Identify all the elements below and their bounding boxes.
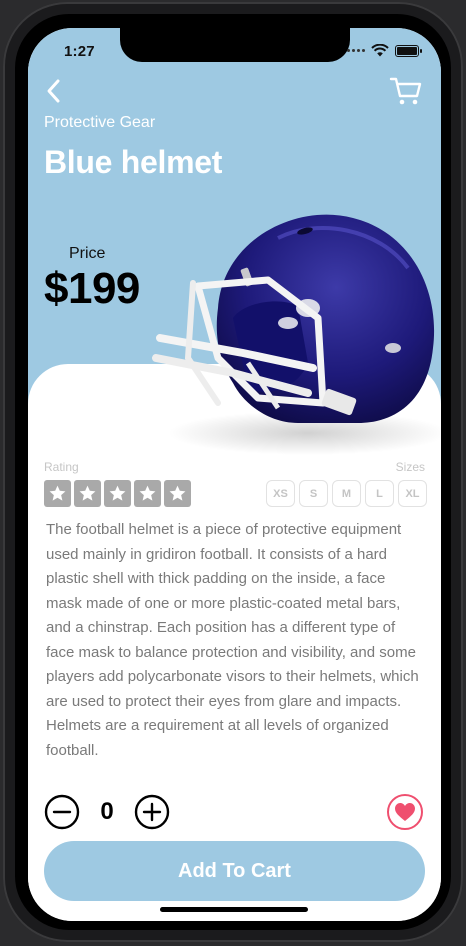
status-time: 1:27 bbox=[64, 43, 95, 60]
favorite-button[interactable] bbox=[387, 794, 423, 830]
star-icon bbox=[139, 485, 156, 501]
back-button[interactable] bbox=[42, 78, 68, 104]
heart-icon bbox=[395, 803, 415, 821]
price-label: Price bbox=[69, 245, 106, 262]
rating-star[interactable] bbox=[74, 480, 101, 507]
quantity-value: 0 bbox=[100, 798, 114, 825]
size-option[interactable]: XS bbox=[266, 480, 295, 507]
star-icon bbox=[109, 485, 126, 501]
rating-label: Rating bbox=[44, 460, 79, 474]
size-selector: XS S M L XL bbox=[266, 480, 427, 507]
rating-star[interactable] bbox=[44, 480, 71, 507]
cart-button[interactable] bbox=[389, 74, 423, 108]
product-category: Protective Gear bbox=[44, 114, 156, 131]
rating-stars[interactable] bbox=[44, 480, 191, 507]
battery-icon bbox=[395, 44, 422, 57]
size-option[interactable]: M bbox=[332, 480, 361, 507]
star-icon bbox=[49, 485, 66, 501]
rating-star[interactable] bbox=[134, 480, 161, 507]
star-icon bbox=[79, 485, 96, 501]
status-icons bbox=[347, 44, 422, 57]
sizes-label: Sizes bbox=[395, 460, 425, 474]
price-value: $199 bbox=[44, 264, 140, 313]
description-fade bbox=[28, 756, 441, 784]
star-icon bbox=[169, 485, 186, 501]
helmet-image bbox=[152, 214, 441, 455]
product-title: Blue helmet bbox=[44, 144, 223, 180]
home-indicator bbox=[160, 907, 308, 912]
product-description: The football helmet is a piece of protec… bbox=[46, 521, 419, 759]
size-option[interactable]: L bbox=[365, 480, 394, 507]
device-notch bbox=[120, 28, 350, 62]
signal-icon bbox=[347, 49, 365, 52]
app-screen: 1:27 Protective Gear Blue helmet Price $… bbox=[28, 28, 441, 921]
wifi-icon bbox=[371, 44, 389, 57]
quantity-stepper: 0 bbox=[44, 794, 170, 830]
size-option[interactable]: S bbox=[299, 480, 328, 507]
decrease-quantity-button[interactable] bbox=[44, 794, 80, 830]
plus-circle-icon bbox=[134, 794, 170, 830]
shopping-cart-icon bbox=[389, 77, 422, 105]
rating-star[interactable] bbox=[164, 480, 191, 507]
size-option[interactable]: XL bbox=[398, 480, 427, 507]
rating-star[interactable] bbox=[104, 480, 131, 507]
add-to-cart-button[interactable]: Add To Cart bbox=[44, 841, 425, 901]
increase-quantity-button[interactable] bbox=[134, 794, 170, 830]
minus-circle-icon bbox=[44, 794, 80, 830]
chevron-left-icon bbox=[47, 79, 60, 103]
